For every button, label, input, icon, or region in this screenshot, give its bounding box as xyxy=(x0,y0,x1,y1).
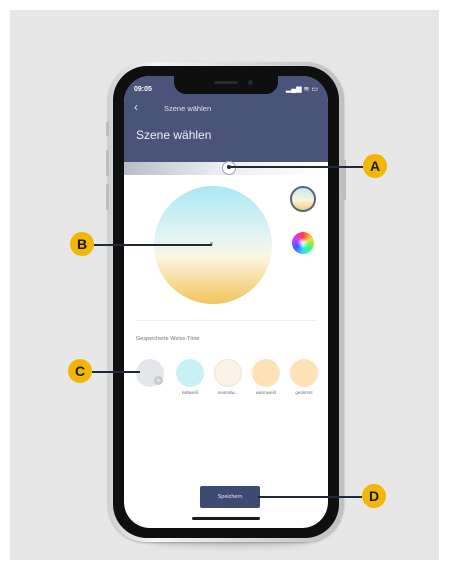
page-title: Szene wählen xyxy=(136,128,212,142)
phone-notch xyxy=(174,76,278,94)
save-button[interactable]: Speichern xyxy=(200,486,260,508)
swatch-label: warmweiß xyxy=(255,390,277,395)
callout-a-badge: A xyxy=(363,154,387,178)
swatch-label: neutralw... xyxy=(217,390,239,395)
callout-d-badge: D xyxy=(362,484,386,508)
color-mode-button[interactable] xyxy=(292,232,314,254)
white-mode-button[interactable] xyxy=(290,186,316,212)
section-divider xyxy=(136,320,316,321)
swatch-label: gedimmt xyxy=(295,390,313,395)
nav-title: Szene wählen xyxy=(164,104,212,113)
swatch-neutralweiss[interactable] xyxy=(214,359,242,387)
volume-up-button xyxy=(106,150,109,176)
speaker-grille xyxy=(214,81,238,84)
callout-b-badge: B xyxy=(70,232,94,256)
status-time: 09:05 xyxy=(134,86,152,93)
back-chevron-icon[interactable]: ‹ xyxy=(134,101,138,113)
plus-icon[interactable]: + xyxy=(154,376,163,385)
silent-switch xyxy=(106,122,109,136)
callout-c-line xyxy=(92,371,140,373)
callout-d-line xyxy=(258,496,362,498)
callout-a-line xyxy=(229,166,363,168)
volume-down-button xyxy=(106,184,109,210)
status-icons: ▂▄▆ ≋ ▭ xyxy=(285,86,318,93)
callout-b-line xyxy=(94,244,212,246)
saved-tones-label: Gespeicherte Weiss-Töne xyxy=(136,336,200,342)
swatch-warmweiss[interactable] xyxy=(252,359,280,387)
callout-c-badge: C xyxy=(68,359,92,383)
front-camera xyxy=(248,80,253,85)
app-screen: 09:05 ▂▄▆ ≋ ▭ ‹ Szene wählen Szene wähle… xyxy=(124,76,328,528)
swatch-gedimmt[interactable] xyxy=(290,359,318,387)
swatch-kaltweiss[interactable] xyxy=(176,359,204,387)
home-indicator xyxy=(192,517,260,520)
swatch-label: kaltweiß xyxy=(181,390,199,395)
